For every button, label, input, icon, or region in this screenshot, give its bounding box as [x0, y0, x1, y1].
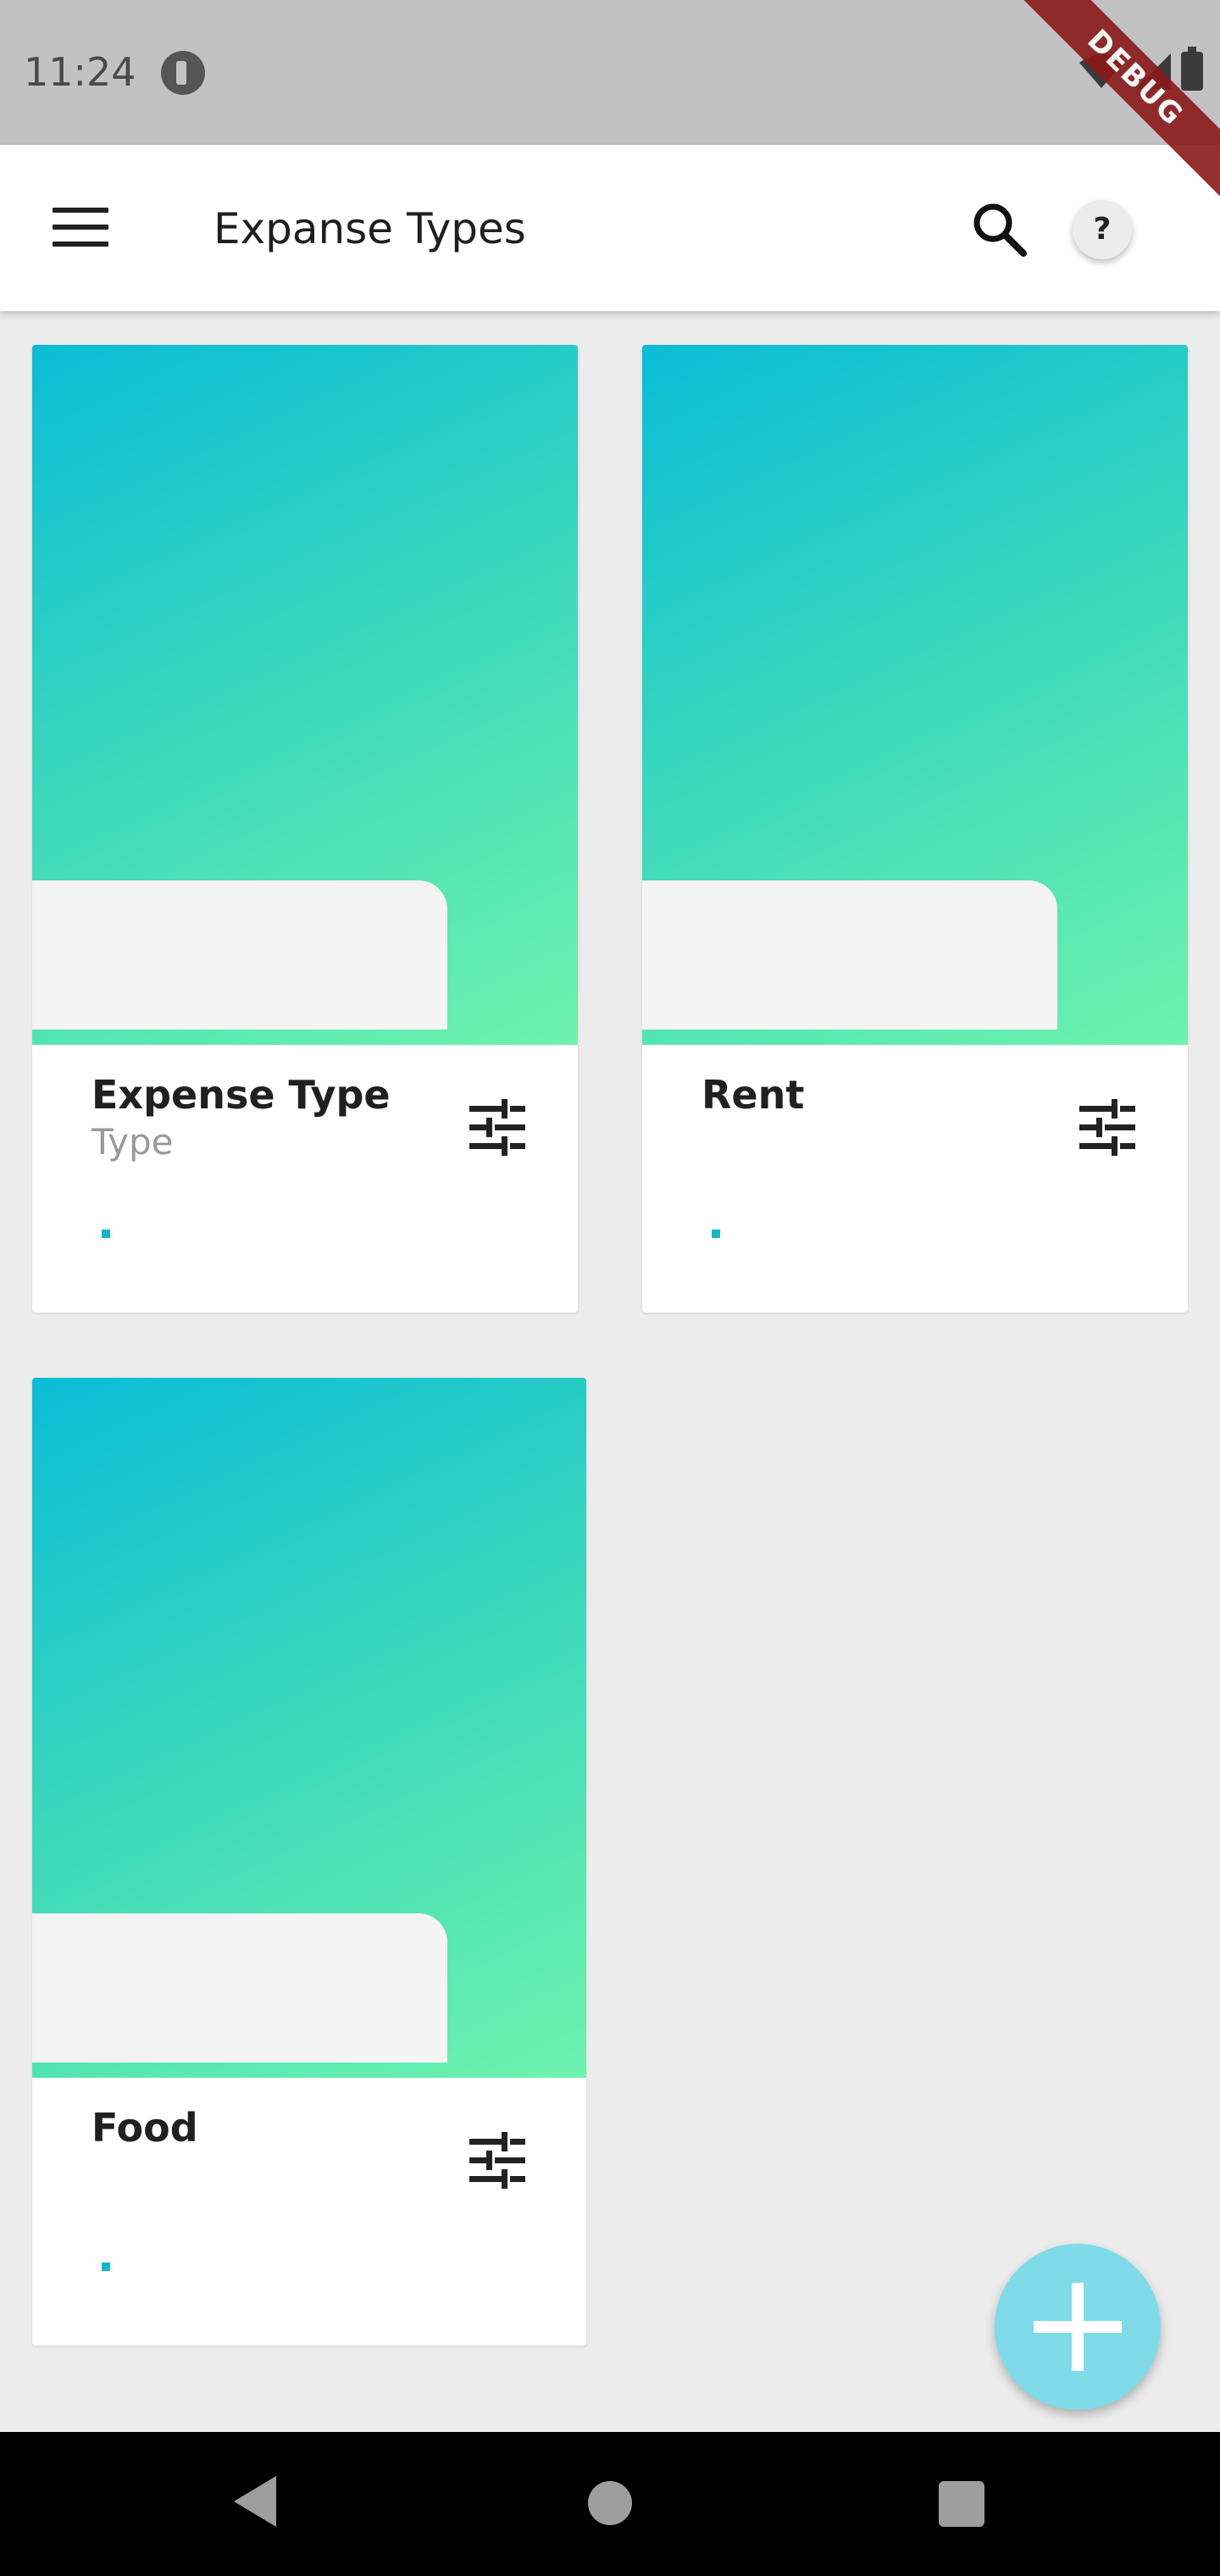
card-tab	[642, 880, 1057, 1030]
card-food[interactable]: Food	[32, 1378, 586, 2346]
card-rent[interactable]: Rent	[642, 345, 1188, 1313]
app-bar: Expanse Types	[0, 145, 1220, 311]
card-title: Food	[92, 2105, 198, 2151]
page-title: Expanse Types	[214, 204, 526, 253]
card-subtitle: Type	[92, 1121, 174, 1163]
tune-icon[interactable]	[468, 1097, 527, 1157]
card-indicator-dot	[102, 2262, 110, 2271]
status-time: 11:24	[24, 49, 136, 95]
card-indicator-dot	[712, 1230, 720, 1238]
back-icon[interactable]	[234, 2476, 276, 2527]
card-tab	[32, 1913, 447, 2062]
tune-icon[interactable]	[1078, 1097, 1137, 1157]
status-bar: 11:24	[0, 0, 1220, 145]
card-indicator-dot	[102, 1230, 110, 1238]
menu-icon[interactable]	[53, 204, 108, 250]
add-button[interactable]	[995, 2244, 1161, 2410]
app-notification-icon	[161, 51, 205, 95]
card-tab	[32, 880, 447, 1030]
card-expense-type[interactable]: Expense Type Type	[32, 345, 578, 1313]
battery-icon	[1181, 47, 1203, 91]
help-button[interactable]: ?	[1073, 200, 1132, 259]
search-icon[interactable]	[969, 199, 1030, 260]
card-title: Expense Type	[92, 1072, 391, 1118]
home-icon[interactable]	[588, 2481, 632, 2525]
card-title: Rent	[702, 1072, 805, 1118]
tune-icon[interactable]	[468, 2130, 527, 2190]
recents-icon[interactable]	[939, 2481, 984, 2527]
